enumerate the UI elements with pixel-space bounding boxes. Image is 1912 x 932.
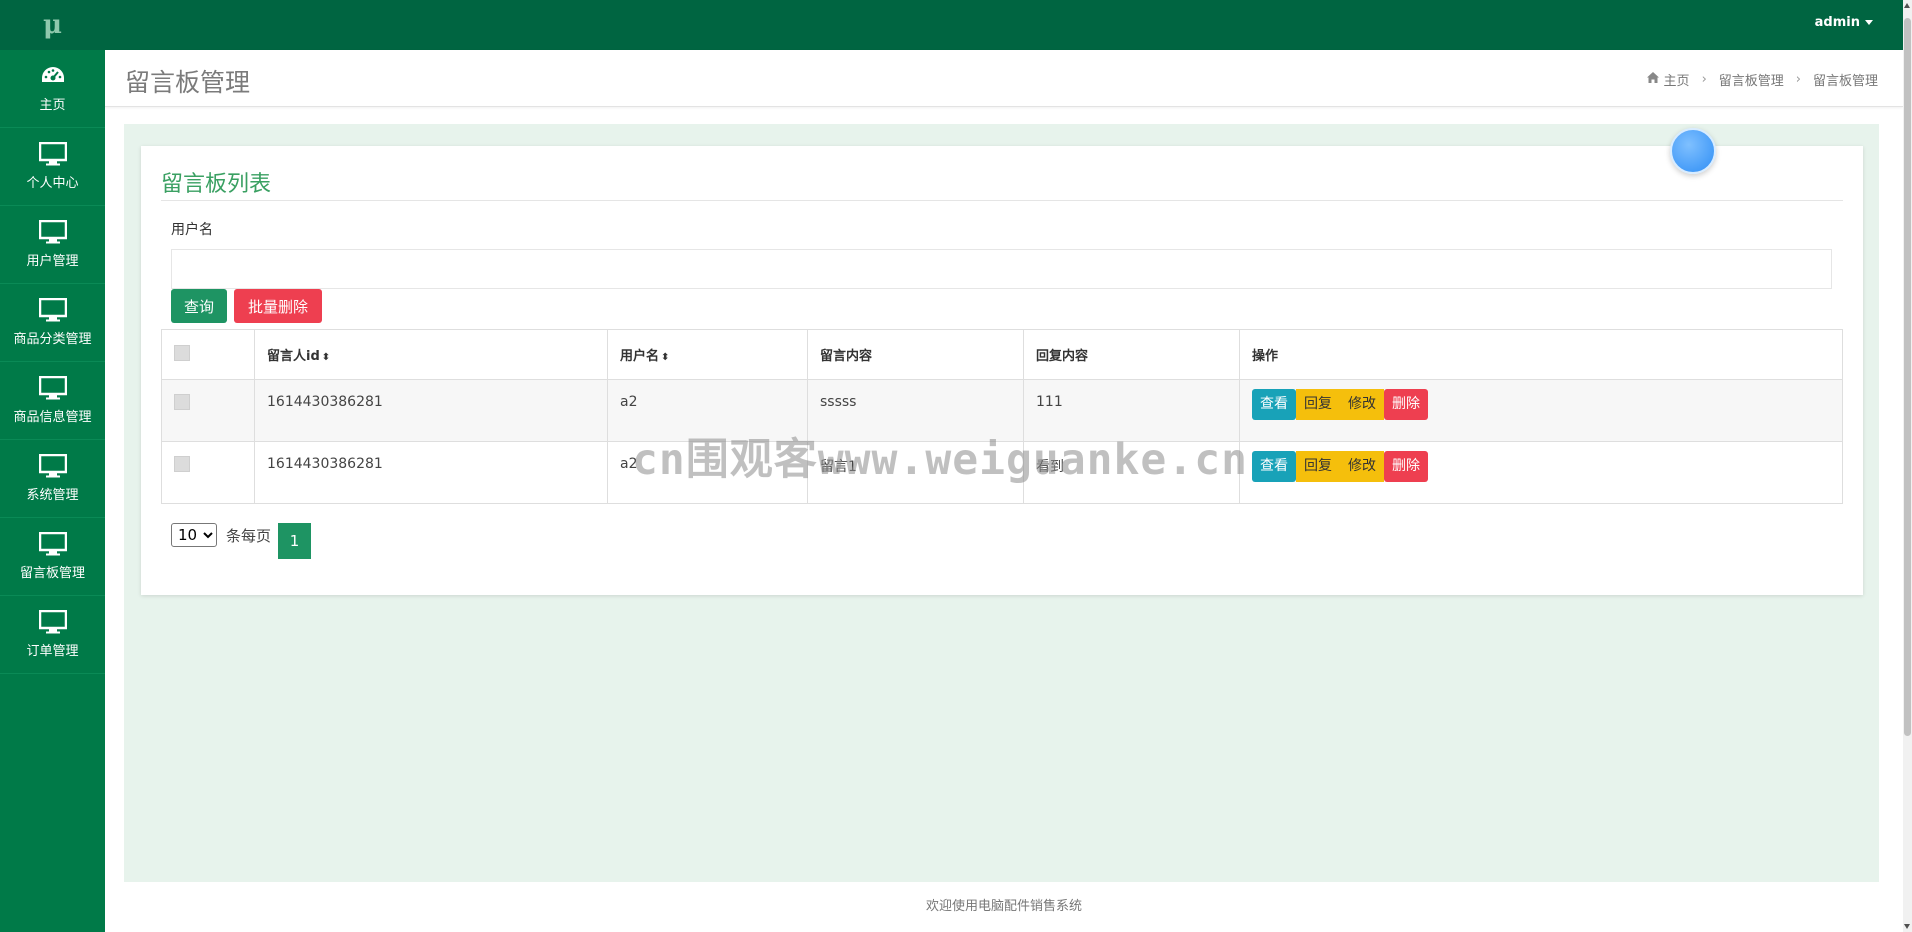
select-all-checkbox[interactable] — [174, 344, 190, 361]
page-number-button[interactable]: 1 — [278, 523, 311, 559]
sidebar-item-system[interactable]: 系统管理 — [0, 440, 105, 518]
delete-button[interactable]: 删除 — [1384, 451, 1428, 482]
message-list-card: 留言板列表 用户名 查询 批量删除 留言人id ⬍ 用户名 ⬍ 留言内容 回复内容 … — [141, 146, 1863, 595]
monitor-icon — [38, 532, 67, 556]
cell-id: 1614430386281 — [254, 441, 608, 504]
column-header-username[interactable]: 用户名 ⬍ — [607, 329, 808, 380]
sidebar-item-label: 商品分类管理 — [13, 332, 92, 347]
column-label: 留言内容 — [820, 349, 873, 364]
column-label: 用户名 — [620, 349, 660, 364]
monitor-icon — [38, 376, 67, 400]
sort-icon[interactable]: ⬍ — [322, 352, 330, 363]
page-size-label: 条每页 — [226, 527, 272, 545]
footer: 欢迎使用电脑配件销售系统 — [105, 882, 1903, 932]
edit-button[interactable]: 修改 — [1340, 451, 1384, 482]
sidebar-item-products[interactable]: 商品信息管理 — [0, 362, 105, 440]
column-label: 留言人id — [267, 349, 320, 364]
sidebar-item-users[interactable]: 用户管理 — [0, 206, 105, 284]
sort-icon[interactable]: ⬍ — [661, 352, 669, 363]
cell-id: 1614430386281 — [254, 379, 608, 442]
page-title: 留言板管理 — [125, 68, 251, 97]
search-button[interactable]: 查询 — [171, 289, 227, 323]
select-all-cell — [161, 329, 255, 380]
monitor-icon — [38, 610, 67, 634]
scroll-down-arrow-icon[interactable] — [1904, 924, 1910, 929]
reply-button[interactable]: 回复 — [1296, 451, 1340, 482]
sidebar-item-profile[interactable]: 个人中心 — [0, 128, 105, 206]
scroll-up-arrow-icon[interactable] — [1904, 3, 1910, 8]
username-search-input[interactable] — [171, 249, 1832, 289]
column-header-reply: 回复内容 — [1023, 329, 1240, 380]
view-button[interactable]: 查看 — [1252, 389, 1296, 420]
home-icon — [1646, 72, 1659, 87]
breadcrumb-current: 留言板管理 — [1812, 74, 1878, 89]
monitor-icon — [38, 298, 67, 322]
sidebar-item-label: 留言板管理 — [19, 566, 85, 581]
monitor-icon — [38, 454, 67, 478]
card-title: 留言板列表 — [161, 172, 272, 197]
page-header: 留言板管理 主页 › 留言板管理 › 留言板管理 — [105, 50, 1903, 107]
sidebar-item-home[interactable]: 主页 — [0, 50, 105, 128]
delete-button[interactable]: 删除 — [1384, 389, 1428, 420]
top-bar: admin — [105, 0, 1903, 50]
sidebar-item-label: 商品信息管理 — [13, 410, 92, 425]
column-header-id[interactable]: 留言人id ⬍ — [254, 329, 608, 380]
app-logo[interactable]: μ — [0, 0, 105, 50]
divider — [161, 200, 1843, 201]
chevron-right-icon: › — [1795, 72, 1801, 87]
floating-globe-icon[interactable] — [1670, 128, 1716, 174]
sidebar-item-label: 用户管理 — [26, 254, 79, 269]
row-checkbox[interactable] — [174, 394, 190, 410]
monitor-icon — [38, 220, 67, 244]
user-menu[interactable]: admin — [1815, 15, 1873, 30]
column-header-content: 留言内容 — [807, 329, 1024, 380]
sidebar-item-label: 系统管理 — [26, 488, 79, 503]
breadcrumb: 主页 › 留言板管理 › 留言板管理 — [1646, 70, 1878, 89]
sidebar-item-label: 个人中心 — [26, 176, 79, 191]
sidebar-item-label: 订单管理 — [26, 644, 79, 659]
reply-button[interactable]: 回复 — [1296, 389, 1340, 420]
chevron-right-icon: › — [1701, 72, 1707, 87]
search-label: 用户名 — [171, 222, 213, 238]
watermark-text: cn围观客www.weiguanke.cn — [632, 435, 1248, 485]
sidebar-item-category[interactable]: 商品分类管理 — [0, 284, 105, 362]
row-checkbox-cell — [161, 441, 255, 504]
user-name: admin — [1814, 15, 1860, 30]
caret-down-icon — [1865, 20, 1873, 25]
sidebar-item-label: 主页 — [39, 98, 66, 113]
dashboard-icon — [39, 64, 67, 88]
cell-actions: 查看 回复 修改 删除 — [1239, 379, 1843, 442]
breadcrumb-section[interactable]: 留言板管理 — [1719, 70, 1784, 89]
column-label: 回复内容 — [1036, 349, 1089, 364]
column-label: 操作 — [1252, 349, 1279, 364]
page-scrollbar[interactable] — [1903, 0, 1912, 932]
view-button[interactable]: 查看 — [1252, 451, 1296, 482]
edit-button[interactable]: 修改 — [1340, 389, 1384, 420]
page-size-select[interactable]: 10 — [171, 523, 217, 547]
cell-actions: 查看 回复 修改 删除 — [1239, 441, 1843, 504]
row-checkbox-cell — [161, 379, 255, 442]
table-header-row: 留言人id ⬍ 用户名 ⬍ 留言内容 回复内容 操作 — [161, 329, 1843, 380]
breadcrumb-home[interactable]: 主页 — [1664, 70, 1690, 89]
sidebar: μ 主页 个人中心 用户管理 商品分类管理 商品信息管理 系统管理 留言板管理 … — [0, 0, 105, 932]
sidebar-item-orders[interactable]: 订单管理 — [0, 596, 105, 674]
column-header-actions: 操作 — [1239, 329, 1843, 380]
row-checkbox[interactable] — [174, 456, 190, 472]
scroll-thumb[interactable] — [1904, 18, 1911, 736]
monitor-icon — [38, 142, 67, 166]
sidebar-item-messages[interactable]: 留言板管理 — [0, 518, 105, 596]
batch-delete-button[interactable]: 批量删除 — [234, 289, 322, 323]
